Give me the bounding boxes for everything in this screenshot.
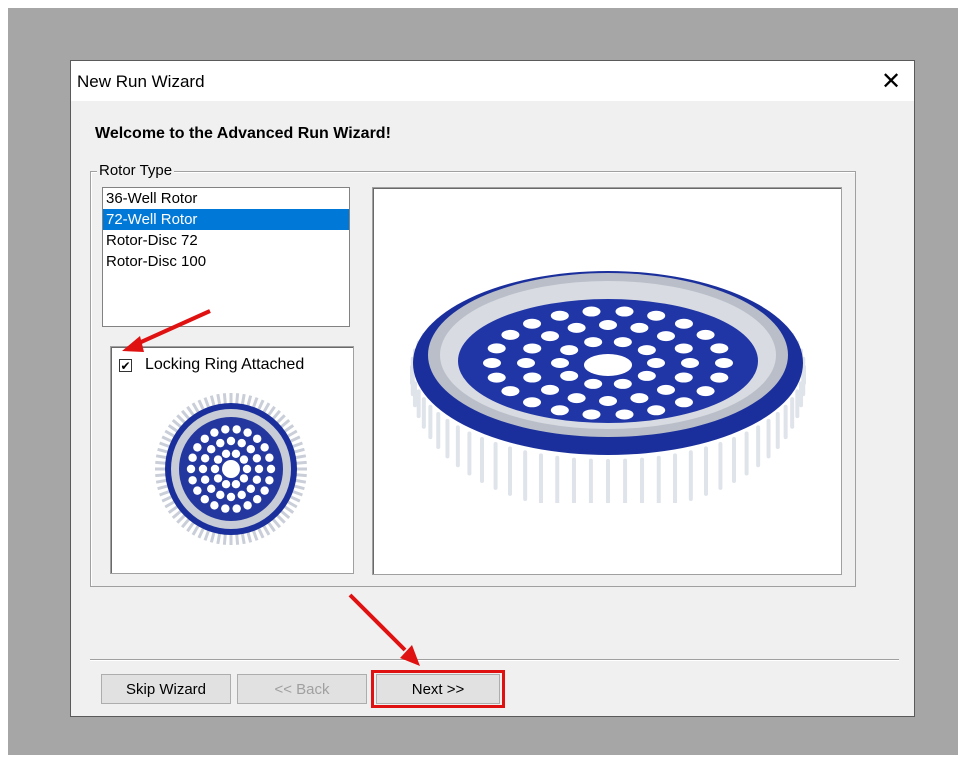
list-item[interactable]: Rotor-Disc 72 — [103, 230, 349, 251]
list-item[interactable]: 36-Well Rotor — [103, 188, 349, 209]
window-title: New Run Wizard — [77, 72, 205, 91]
close-icon: ✕ — [880, 67, 902, 95]
locking-ring-panel: ✔ Locking Ring Attached — [110, 346, 354, 574]
locking-ring-label: Locking Ring Attached — [145, 356, 305, 373]
rotor-top-view-image — [155, 393, 307, 545]
skip-wizard-button[interactable]: Skip Wizard — [101, 674, 231, 704]
next-button[interactable]: Next >> — [376, 674, 500, 704]
checkmark-icon: ✔ — [120, 358, 131, 373]
rotor-type-list[interactable]: 36-Well Rotor 72-Well Rotor Rotor-Disc 7… — [102, 187, 350, 327]
rotor-3d-image — [410, 271, 806, 503]
list-item[interactable]: Rotor-Disc 100 — [103, 251, 349, 272]
new-run-wizard-dialog: New Run Wizard ✕ Welcome to the Advanced… — [70, 60, 915, 717]
list-item[interactable]: 72-Well Rotor — [103, 209, 349, 230]
rotor-preview-panel — [372, 187, 842, 575]
rotor-type-label: Rotor Type — [97, 162, 175, 179]
button-separator — [90, 659, 899, 661]
locking-ring-checkbox[interactable]: ✔ — [119, 359, 132, 372]
welcome-heading: Welcome to the Advanced Run Wizard! — [95, 125, 391, 142]
close-button[interactable]: ✕ — [868, 61, 914, 101]
title-bar: New Run Wizard ✕ — [71, 61, 914, 101]
back-button[interactable]: << Back — [237, 674, 367, 704]
